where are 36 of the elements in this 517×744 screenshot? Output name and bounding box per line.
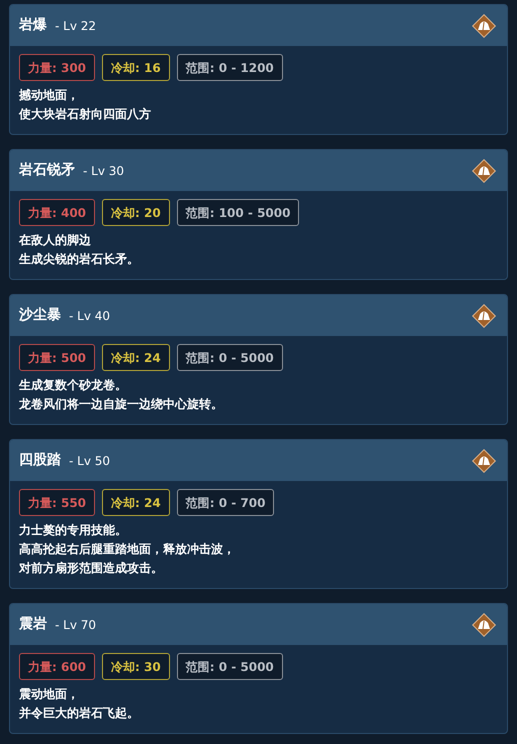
description-line: 在敌人的脚边 [19, 232, 92, 249]
skill-name: 沙尘暴 [19, 306, 61, 325]
stat-tag: 范围: 0 - 5000 [176, 344, 283, 371]
stat-tag: 力量: 600 [19, 653, 96, 680]
skill-name: 震岩 [19, 615, 47, 634]
skill-level: - Lv 40 [69, 308, 110, 324]
stat-tag: 力量: 500 [19, 344, 96, 371]
skill-name: 四股踏 [19, 451, 61, 470]
skill-name: 岩石锐矛 [19, 161, 75, 180]
stat-tag: 范围: 0 - 1200 [176, 54, 283, 81]
stat-tag: 冷却: 16 [102, 54, 170, 81]
description-line: 生成复数个砂龙卷。 [19, 377, 128, 394]
description-line: 震动地面， [19, 686, 80, 703]
stat-tag: 冷却: 20 [102, 199, 170, 226]
description-line: 龙卷风们将一边自旋一边绕中心旋转。 [19, 396, 224, 413]
skill-name: 岩爆 [19, 16, 47, 35]
stat-tag: 力量: 400 [19, 199, 96, 226]
stat-tag: 力量: 300 [19, 54, 96, 81]
stat-tag: 范围: 0 - 700 [176, 489, 274, 516]
stat-tag: 冷却: 24 [102, 489, 170, 516]
skill-level: - Lv 30 [83, 162, 124, 180]
stat-tag: 范围: 100 - 5000 [176, 199, 300, 226]
stat-tag: 力量: 550 [19, 489, 96, 516]
skill-level: - Lv 70 [55, 616, 96, 634]
description-line: 使大块岩石射向四面八方 [19, 106, 152, 123]
description-line: 撼动地面， [19, 87, 80, 104]
stat-tag: 冷却: 30 [102, 653, 170, 680]
description-line: 对前方扇形范围造成攻击。 [19, 560, 164, 577]
description-line: 力士獒的专用技能。 [19, 522, 128, 539]
description-line: 生成尖锐的岩石长矛。 [19, 251, 140, 268]
skill-level: - Lv 50 [69, 452, 110, 470]
stat-tag: 范围: 0 - 5000 [176, 653, 283, 680]
skill-level: - Lv 22 [55, 18, 96, 34]
stat-tag: 冷却: 24 [102, 344, 170, 371]
description-line: 并令巨大的岩石飞起。 [19, 705, 140, 722]
description-line: 高高抡起右后腿重踏地面，释放冲击波， [19, 541, 236, 558]
